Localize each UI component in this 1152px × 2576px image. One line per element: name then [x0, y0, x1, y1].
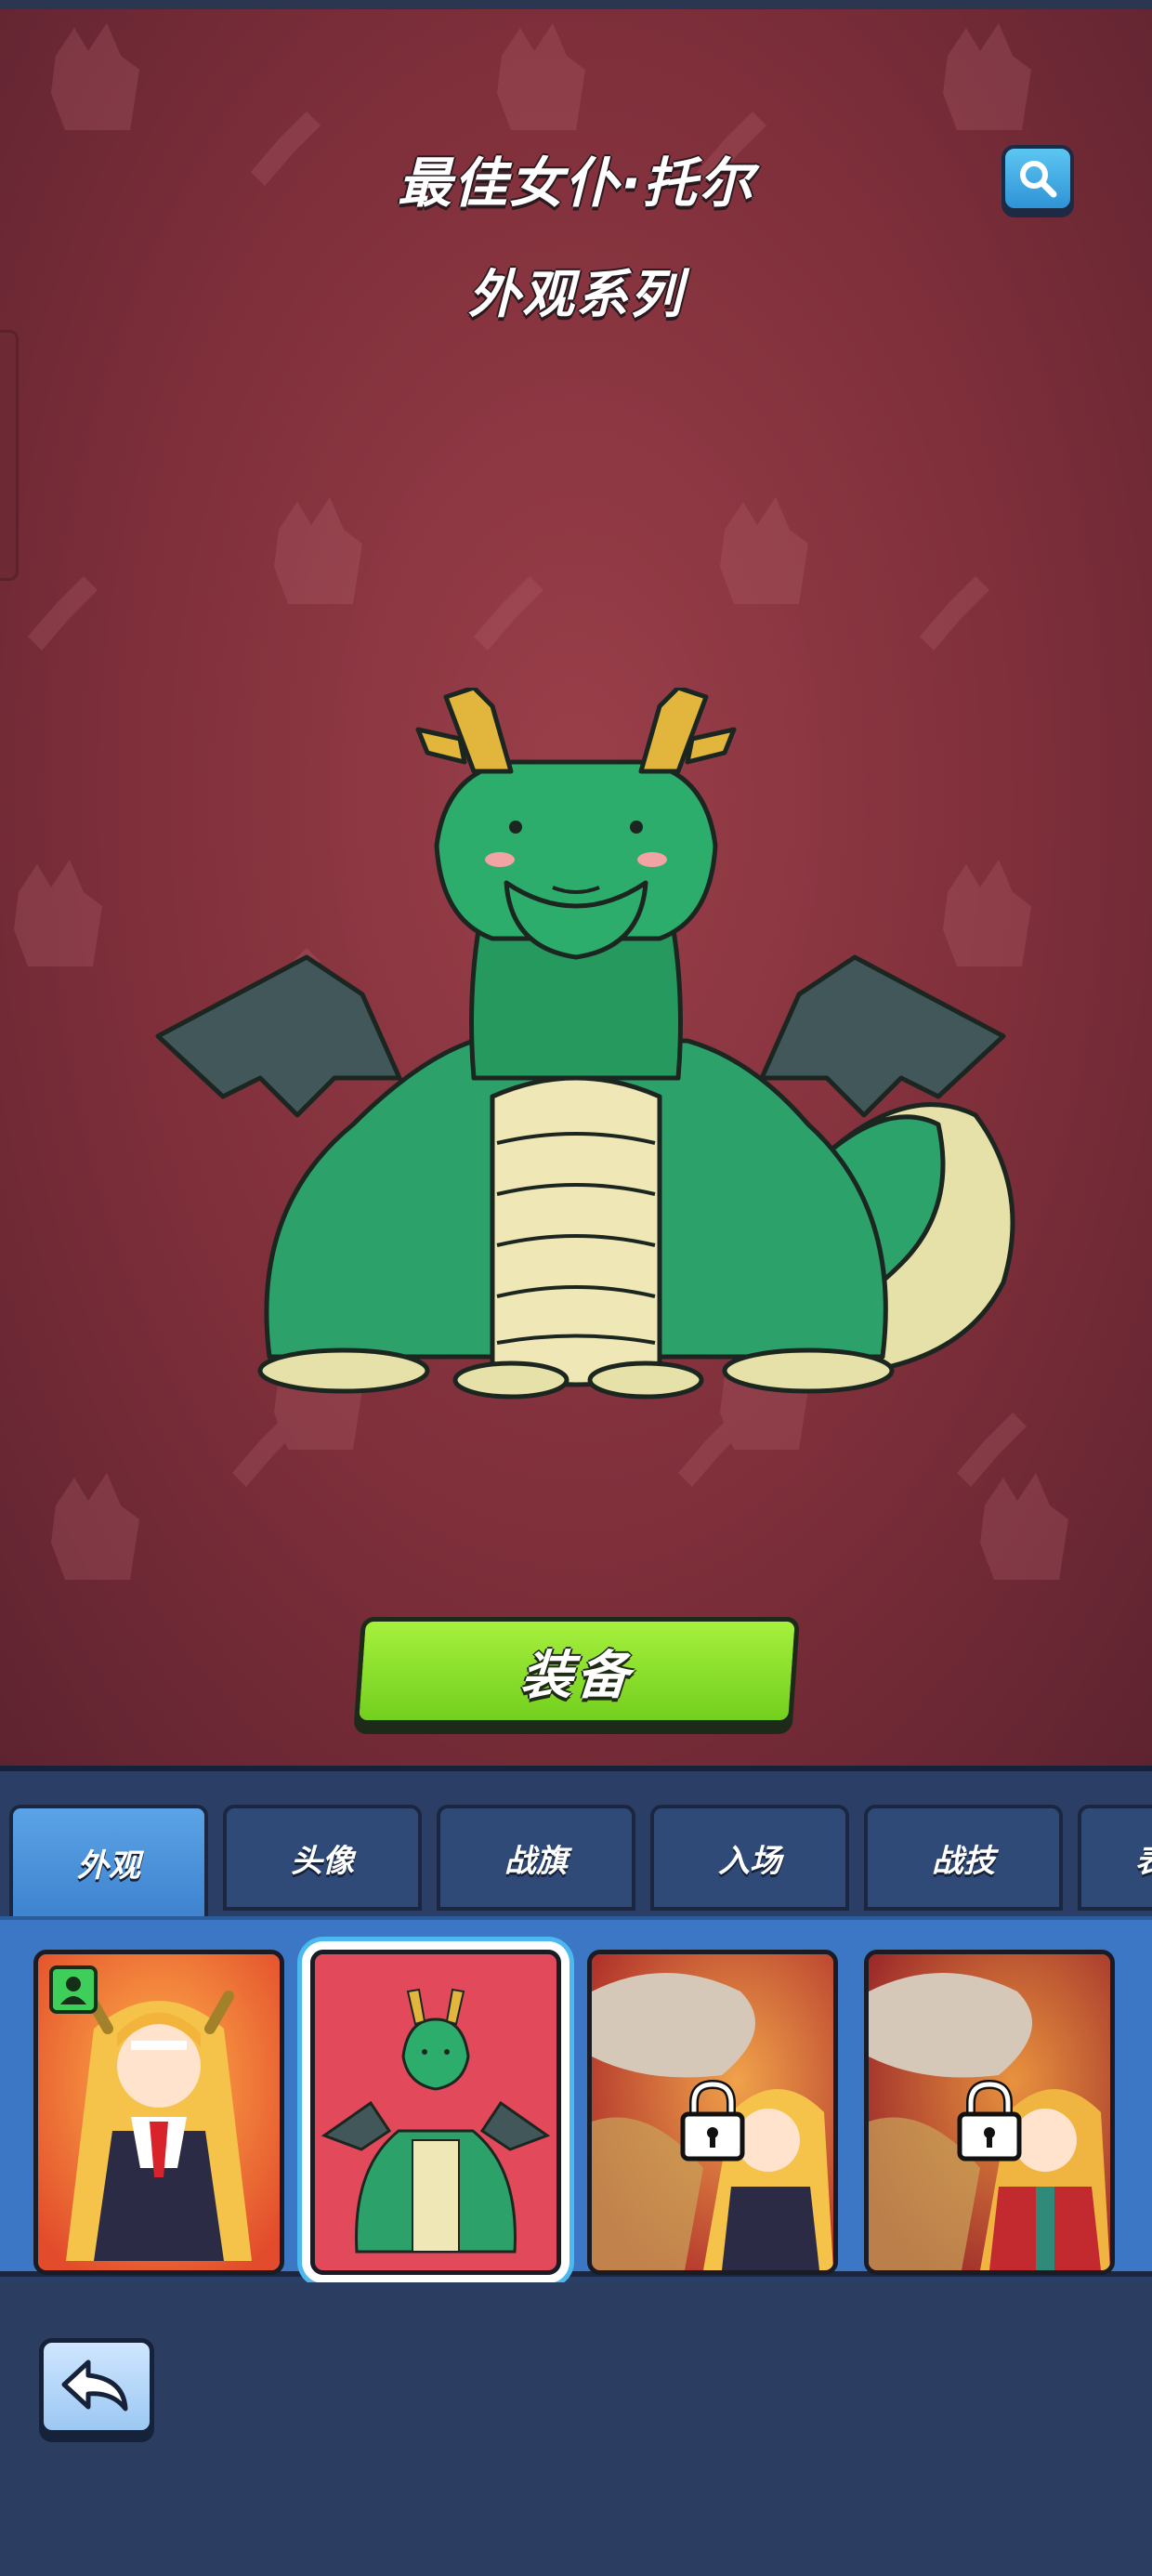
series-subtitle: 外观系列: [468, 265, 684, 325]
skin-showcase: 最佳女仆·托尔 外观系列 装备: [0, 0, 1152, 1766]
search-button[interactable]: [1001, 145, 1074, 212]
equipped-icon: [49, 1965, 98, 2014]
tab-label: 入场: [718, 1842, 781, 1880]
equip-button-label: 装备: [518, 1645, 635, 1706]
tab-battle-skill[interactable]: 战技: [864, 1805, 1063, 1911]
tab-emote[interactable]: 表: [1078, 1805, 1152, 1911]
equip-button[interactable]: 装备: [353, 1617, 801, 1725]
side-drawer-handle[interactable]: [0, 330, 19, 581]
skin-card-list: [0, 1916, 1152, 2277]
tab-label: 表: [1135, 1835, 1152, 1881]
skin-title: 最佳女仆·托尔: [397, 151, 755, 215]
back-button[interactable]: [39, 2338, 154, 2435]
category-tabs: 外观 头像 战旗 入场 战技 表: [0, 1805, 1152, 1920]
back-arrow-icon: [61, 2359, 128, 2412]
dragon-character-art: [155, 688, 1015, 1400]
tab-avatar[interactable]: 头像: [223, 1805, 422, 1911]
tab-label: 头像: [291, 1842, 354, 1880]
skin-card[interactable]: [310, 1950, 561, 2275]
skin-panel: 外观 头像 战旗 入场 战技 表: [0, 1766, 1152, 2576]
tab-label: 战旗: [504, 1842, 568, 1880]
skin-card-locked[interactable]: [864, 1950, 1115, 2275]
skin-card[interactable]: [33, 1950, 284, 2275]
tab-banner[interactable]: 战旗: [437, 1805, 635, 1911]
tab-label: 外观: [77, 1847, 140, 1885]
tab-entrance[interactable]: 入场: [650, 1805, 849, 1911]
dragon-skin-art: [315, 1954, 556, 2270]
tab-appearance[interactable]: 外观: [9, 1805, 208, 1920]
lock-icon: [957, 2079, 1022, 2162]
skin-card-locked[interactable]: [587, 1950, 838, 2275]
search-icon: [1020, 161, 1057, 198]
bottom-bar: [0, 2282, 1152, 2576]
tab-label: 战技: [932, 1842, 995, 1880]
lock-icon: [680, 2079, 745, 2162]
